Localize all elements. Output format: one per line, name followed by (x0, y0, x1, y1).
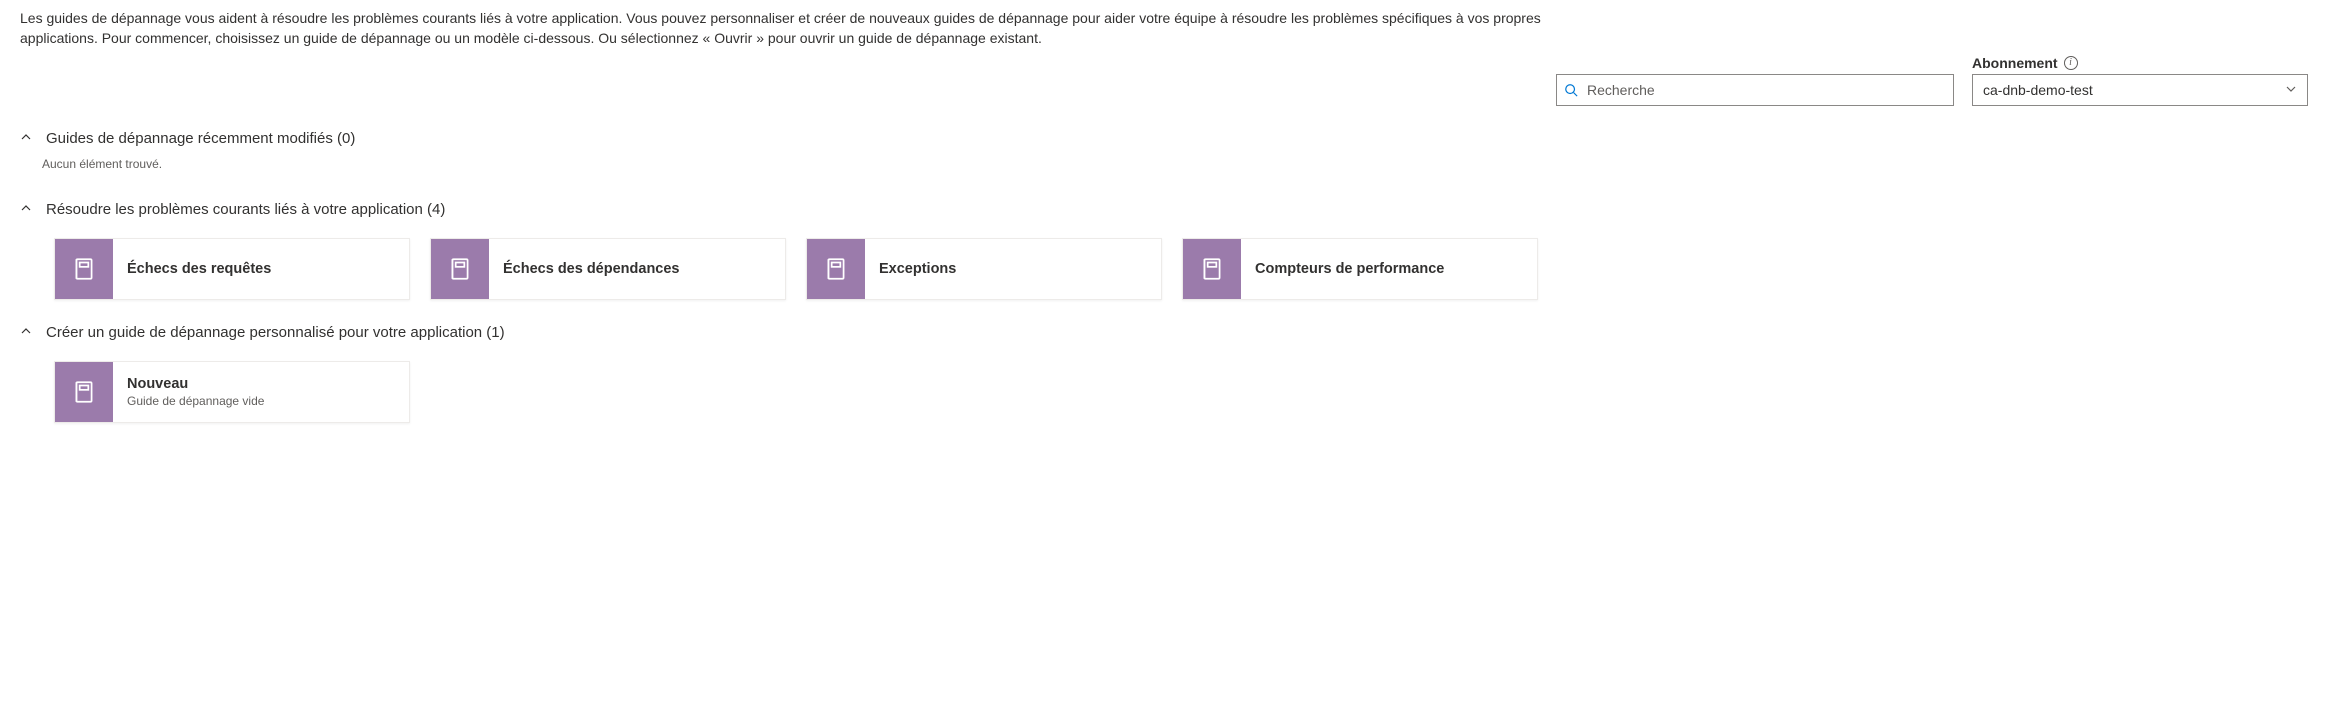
section-recent-header[interactable]: Guides de dépannage récemment modifiés (… (20, 124, 2308, 153)
info-icon[interactable]: i (2064, 56, 2078, 70)
search-input[interactable] (1556, 74, 1954, 106)
subscription-value: ca-dnb-demo-test (1983, 82, 2093, 98)
chevron-down-icon (2285, 82, 2297, 98)
subscription-group: Abonnement i ca-dnb-demo-test (1972, 55, 2308, 106)
search-icon (1564, 83, 1578, 97)
subscription-label: Abonnement (1972, 55, 2058, 71)
tile-new[interactable]: Nouveau Guide de dépannage vide (54, 361, 410, 423)
page-description: Les guides de dépannage vous aident à ré… (20, 8, 1560, 49)
tile-content: Échecs des dépendances (489, 239, 785, 299)
section-custom: Créer un guide de dépannage personnalisé… (20, 318, 2308, 423)
tile-request-failures[interactable]: Échecs des requêtes (54, 238, 410, 300)
tile-exceptions[interactable]: Exceptions (806, 238, 1162, 300)
section-common-title: Résoudre les problèmes courants liés à v… (46, 201, 445, 218)
section-common-tiles: Échecs des requêtes Échecs des dépendanc… (54, 238, 2308, 300)
section-common: Résoudre les problèmes courants liés à v… (20, 195, 2308, 300)
chevron-up-icon (20, 201, 32, 217)
section-common-header[interactable]: Résoudre les problèmes courants liés à v… (20, 195, 2308, 224)
workbook-icon (55, 362, 113, 422)
subscription-select[interactable]: ca-dnb-demo-test (1972, 74, 2308, 106)
section-recent-title: Guides de dépannage récemment modifiés (… (46, 130, 355, 147)
tile-title: Nouveau (127, 376, 395, 392)
section-custom-tiles: Nouveau Guide de dépannage vide (54, 361, 2308, 423)
tile-performance-counters[interactable]: Compteurs de performance (1182, 238, 1538, 300)
tile-content: Exceptions (865, 239, 1161, 299)
tile-title: Échecs des dépendances (503, 261, 771, 277)
tile-title: Échecs des requêtes (127, 261, 395, 277)
chevron-up-icon (20, 130, 32, 146)
tile-title: Compteurs de performance (1255, 261, 1523, 277)
section-recent: Guides de dépannage récemment modifiés (… (20, 124, 2308, 181)
toolbar: Abonnement i ca-dnb-demo-test (20, 55, 2308, 106)
section-custom-header[interactable]: Créer un guide de dépannage personnalisé… (20, 318, 2308, 347)
workbook-icon (1183, 239, 1241, 299)
tile-content: Échecs des requêtes (113, 239, 409, 299)
section-custom-title: Créer un guide de dépannage personnalisé… (46, 324, 505, 341)
tile-dependency-failures[interactable]: Échecs des dépendances (430, 238, 786, 300)
tile-content: Nouveau Guide de dépannage vide (113, 362, 409, 422)
workbook-icon (807, 239, 865, 299)
chevron-up-icon (20, 324, 32, 340)
search-wrapper (1556, 74, 1954, 106)
tile-subtitle: Guide de dépannage vide (127, 394, 395, 408)
subscription-label-row: Abonnement i (1972, 55, 2308, 71)
workbook-icon (55, 239, 113, 299)
tile-content: Compteurs de performance (1241, 239, 1537, 299)
section-recent-empty: Aucun élément trouvé. (42, 153, 2308, 181)
tile-title: Exceptions (879, 261, 1147, 277)
workbook-icon (431, 239, 489, 299)
